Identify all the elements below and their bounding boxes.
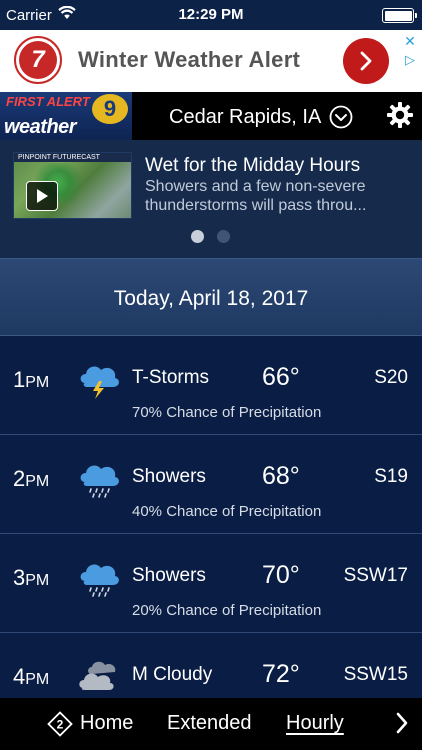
- news-video-thumbnail[interactable]: PINPOINT FUTURECAST: [13, 152, 132, 219]
- rain-icon: [80, 564, 119, 597]
- hourly-list: 1PM T-Storms 66° S20 70% Chance of Preci…: [0, 336, 422, 698]
- battery-icon: [382, 8, 417, 23]
- home-badge-number: 2: [57, 718, 64, 732]
- row-temperature: 72°: [262, 660, 300, 688]
- chevron-right-icon[interactable]: [394, 711, 410, 735]
- ad-go-button[interactable]: [343, 38, 389, 84]
- nav-hourly[interactable]: Hourly: [286, 712, 344, 735]
- brand-weather: weather: [4, 116, 77, 138]
- row-temperature: 66°: [262, 363, 300, 391]
- row-wind: S20: [374, 367, 408, 388]
- hourly-row[interactable]: 1PM T-Storms 66° S20 70% Chance of Preci…: [0, 336, 422, 435]
- row-wind: S19: [374, 466, 408, 487]
- brand-channel-number: 9: [92, 94, 128, 124]
- brand-logo: FIRST ALERT weather 9: [0, 92, 132, 140]
- row-temperature: 70°: [262, 561, 300, 589]
- date-label: Today, April 18, 2017: [113, 287, 309, 310]
- news-title: Wet for the Midday Hours: [145, 155, 361, 176]
- cloudy-icon: [79, 661, 116, 690]
- row-condition: T-Storms: [132, 367, 210, 388]
- row-condition: Showers: [132, 565, 206, 586]
- row-time: 2PM: [13, 466, 50, 491]
- rain-icon: [80, 465, 119, 498]
- carousel-dot[interactable]: [217, 230, 230, 243]
- ad-logo: 7: [14, 36, 62, 84]
- play-icon: [37, 189, 48, 203]
- row-wind: SSW15: [343, 664, 408, 685]
- nav-home[interactable]: Home: [80, 712, 133, 735]
- hourly-row[interactable]: 2PM Showers 68° S19 40% Chance of Precip…: [0, 435, 422, 534]
- ad-close-icon[interactable]: ✕: [402, 33, 418, 49]
- carousel-dot-active[interactable]: [191, 230, 204, 243]
- ad-choices-icon[interactable]: ▷: [402, 52, 418, 68]
- row-time: 1PM: [13, 367, 50, 392]
- row-time: 4PM: [13, 664, 50, 689]
- status-time: 12:29 PM: [178, 6, 244, 23]
- row-precip: 20% Chance of Precipitation: [132, 602, 322, 619]
- location-label[interactable]: Cedar Rapids, IA: [169, 106, 321, 129]
- chevron-down-icon[interactable]: [329, 105, 353, 129]
- row-precip: 40% Chance of Precipitation: [132, 503, 322, 520]
- app-header: FIRST ALERT weather 9 Cedar Rapids, IA: [0, 92, 422, 140]
- nav-extended[interactable]: Extended: [167, 712, 252, 735]
- row-temperature: 68°: [262, 462, 300, 490]
- gear-icon[interactable]: [386, 101, 414, 129]
- hourly-row[interactable]: 3PM Showers 70° SSW17 20% Chance of Prec…: [0, 534, 422, 633]
- thunderstorm-icon: [80, 366, 119, 399]
- row-condition: Showers: [132, 466, 206, 487]
- ad-banner[interactable]: 7 Winter Weather Alert ✕ ▷: [0, 30, 422, 92]
- news-summary: Showers and a few non-severe thunderstor…: [145, 178, 367, 214]
- ad-text: Winter Weather Alert: [78, 47, 301, 72]
- carousel-dots: [191, 230, 230, 243]
- hourly-row[interactable]: 4PM M Cloudy 72° SSW15: [0, 633, 422, 698]
- news-card[interactable]: PINPOINT FUTURECAST Wet for the Midday H…: [0, 140, 422, 258]
- row-precip: 70% Chance of Precipitation: [132, 404, 322, 421]
- chevron-right-icon: [360, 51, 372, 71]
- brand-first-alert: FIRST ALERT: [6, 94, 90, 109]
- home-badge-icon[interactable]: 2: [47, 711, 73, 737]
- ad-logo-number: 7: [19, 41, 57, 79]
- date-header: Today, April 18, 2017: [0, 258, 422, 336]
- row-time: 3PM: [13, 565, 50, 590]
- status-bar: Carrier 12:29 PM: [0, 0, 422, 30]
- bottom-nav: 2 Home Extended Hourly: [0, 698, 422, 750]
- thumb-caption: PINPOINT FUTURECAST: [14, 153, 131, 162]
- row-wind: SSW17: [343, 565, 408, 586]
- row-condition: M Cloudy: [132, 664, 213, 685]
- play-button[interactable]: [26, 181, 58, 211]
